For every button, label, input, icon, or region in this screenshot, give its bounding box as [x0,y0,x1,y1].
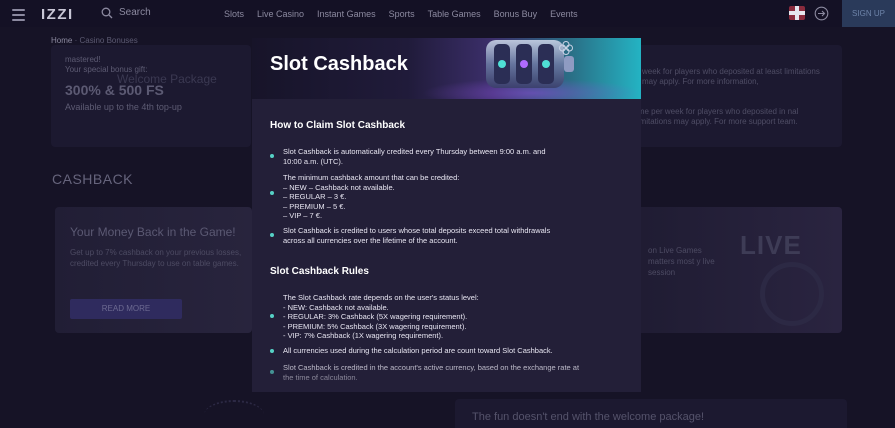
roulette-icon [760,262,824,326]
main-nav: Slots Live Casino Instant Games Sports T… [224,9,591,19]
cashback-card-title: Your Money Back in the Game! [70,225,236,239]
rules-item-1: The Slot Cashback rate depends on the us… [283,293,479,340]
bullet-icon [270,349,274,353]
bullet-icon [270,314,274,318]
nav-item-instant-games[interactable]: Instant Games [317,9,376,19]
menu-icon[interactable] [12,9,25,24]
decorative-swirl [204,400,264,428]
live-card-desc: on Live Games matters most y live sessio… [648,246,715,277]
cashback-section-title: CASHBACK [52,171,134,187]
clover-icon [559,41,573,55]
nav-item-live-casino[interactable]: Live Casino [257,9,304,19]
rules-item-2: All currencies used during the calculati… [283,346,553,355]
site-logo[interactable]: IZZI [41,6,74,23]
bonus-info-text-1: week for players who deposited at least … [642,67,820,86]
claim-item-3: Slot Cashback is credited to users whose… [283,226,551,245]
claim-item-1: Slot Cashback is automatically credited … [283,147,546,166]
modal-title: Slot Cashback [270,53,408,75]
breadcrumb-current: Casino Bonuses [79,36,138,45]
claim-item-2: The minimum cashback amount that can be … [283,173,460,220]
bonus-card-line2: Your special bonus gift: [65,65,148,74]
search-input[interactable]: Search [119,7,151,18]
nav-item-bonus-buy[interactable]: Bonus Buy [494,9,538,19]
uk-flag-icon[interactable] [789,6,805,20]
breadcrumb-home[interactable]: Home [51,36,72,45]
bullet-icon [270,191,274,195]
bonus-card-line1: mastered! [65,55,101,64]
breadcrumb: Home · Casino Bonuses [51,36,138,45]
signup-button[interactable]: SIGN UP [842,0,895,27]
bonus-info-text-2: ime per week for players who deposited i… [636,107,799,126]
modal-banner: Slot Cashback [252,38,641,99]
claim-section-title: How to Claim Slot Cashback [270,120,406,131]
nav-item-sports[interactable]: Sports [389,9,415,19]
nav-item-slots[interactable]: Slots [224,9,244,19]
bullet-icon [270,370,274,374]
read-more-button[interactable]: READ MORE [70,299,182,319]
welcome-promo-text: The fun doesn't end with the welcome pac… [472,411,705,423]
bonus-card-subtitle: Available up to the 4th top-up [65,102,182,112]
nav-item-events[interactable]: Events [550,9,578,19]
nav-item-table-games[interactable]: Table Games [428,9,481,19]
rules-section-title: Slot Cashback Rules [270,266,369,277]
modal-body[interactable]: How to Claim Slot Cashback Slot Cashback… [252,99,641,392]
welcome-bonus-card: Welcome Package mastered! Your special b… [51,45,251,147]
rules-item-3: Slot Cashback is credited in the account… [283,363,580,382]
cashback-card-desc: Get up to 7% cashback on your previous l… [70,248,242,268]
live-label: LIVE [740,230,802,260]
search-icon[interactable] [101,7,113,19]
login-icon[interactable] [814,6,829,21]
bonus-card-amount: 300% & 500 FS [65,82,164,98]
top-header: IZZI Search Slots Live Casino Instant Ga… [0,0,895,27]
bullet-icon [270,154,274,158]
slot-cashback-modal: Slot Cashback How to Claim Slot Cashback… [252,38,641,392]
bullet-icon [270,233,274,237]
bonus-info-card: week for players who deposited at least … [612,45,842,147]
